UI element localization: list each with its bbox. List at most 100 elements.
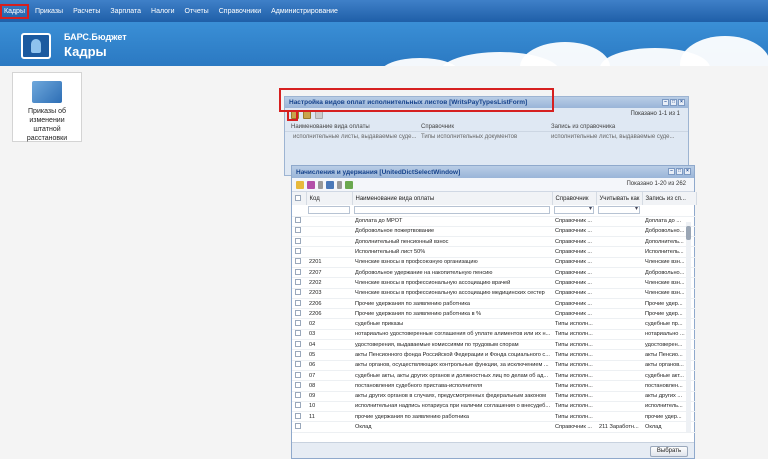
select-button[interactable]: Выбрать	[650, 446, 688, 457]
cell	[596, 349, 642, 361]
cell: Справочник ...	[552, 267, 596, 279]
table-row[interactable]: 09 акты других органов в случаях, предусм…	[292, 391, 696, 402]
table-row[interactable]: Исполнительный лист 50% Справочник ... Исп…	[292, 246, 696, 258]
table-row[interactable]: Дополнительный пенсионный взнос Справочни…	[292, 236, 696, 248]
menu-item[interactable]: Зарплата	[110, 8, 141, 15]
column-header[interactable]: Запись из сп...	[642, 192, 697, 205]
refresh-icon[interactable]	[345, 180, 353, 189]
row-checkbox[interactable]	[292, 380, 306, 392]
table-row[interactable]: 2203 Членские взносы в профессиональную а…	[292, 288, 696, 299]
table-row[interactable]: 2202 Членские взносы в профессиональную а…	[292, 277, 696, 289]
maximize-icon[interactable]: □	[670, 99, 677, 106]
row-checkbox[interactable]	[292, 277, 306, 289]
row-checkbox[interactable]	[292, 411, 306, 423]
minimize-icon[interactable]: –	[662, 99, 669, 106]
table-row[interactable]: 2206 Прочие удержания по заявлению работн…	[292, 298, 696, 310]
menu-item[interactable]: Налоги	[151, 8, 174, 15]
menu-item[interactable]: Приказы	[35, 8, 63, 15]
table-row[interactable]: 05 акты Пенсионного фонда Российской Феде…	[292, 349, 696, 361]
cell	[596, 318, 642, 330]
table-row[interactable]: 2201 Членские взносы в профсоюзную органи…	[292, 257, 696, 268]
column-header[interactable]: Справочник	[421, 124, 551, 130]
minimize-icon[interactable]: –	[668, 168, 675, 175]
table-row[interactable]: исполнительные листы, выдаваемые суде...…	[285, 132, 688, 142]
cell	[596, 226, 642, 238]
row-checkbox[interactable]	[292, 236, 306, 248]
row-checkbox[interactable]	[292, 391, 306, 402]
app-logo-icon	[21, 33, 51, 59]
row-checkbox[interactable]	[292, 370, 306, 382]
menu-item[interactable]: Отчеты	[185, 8, 209, 15]
table-row[interactable]: 03 нотариально удостоверенные соглашения …	[292, 329, 696, 341]
print-icon[interactable]	[326, 180, 334, 189]
row-checkbox[interactable]	[292, 318, 306, 330]
table-row[interactable]: 2207 Добровольное удержание на накопитель…	[292, 267, 696, 279]
cell: 211 Заработн...	[596, 421, 642, 433]
cell: 07	[306, 370, 352, 382]
table-row[interactable]: 10 исполнительная надпись нотариуса при н…	[292, 401, 696, 413]
row-checkbox[interactable]	[292, 360, 306, 371]
cell	[596, 308, 642, 320]
table-row[interactable]: 07 судебные акты, акты других органов и д…	[292, 370, 696, 382]
row-checkbox[interactable]	[292, 246, 306, 258]
menu-item[interactable]: Кадры	[0, 3, 29, 19]
dictionary-filter-select[interactable]	[554, 205, 594, 215]
name-filter-input[interactable]	[354, 206, 550, 215]
column-header[interactable]: Запись из справочника	[551, 124, 681, 130]
cell: акты Пенсионного фонда Российской Федера…	[352, 349, 552, 361]
column-header[interactable]: Справочник	[552, 192, 597, 205]
table-row[interactable]: Добровольное пожертвование Справочник ...…	[292, 226, 696, 238]
cell: акты органов, осуществляющих контрольные…	[352, 360, 552, 371]
menu-item[interactable]: Справочники	[219, 8, 261, 15]
row-checkbox[interactable]	[292, 257, 306, 268]
row-checkbox[interactable]	[292, 216, 306, 227]
cell	[596, 246, 642, 258]
filter-icon[interactable]	[307, 180, 315, 189]
menu-item[interactable]: Расчеты	[73, 8, 100, 15]
row-checkbox[interactable]	[292, 308, 306, 320]
check-icon[interactable]	[296, 180, 304, 189]
maximize-icon[interactable]: □	[676, 168, 683, 175]
row-checkbox[interactable]	[292, 349, 306, 361]
cell: 2202	[306, 277, 352, 289]
row-checkbox[interactable]	[292, 298, 306, 310]
column-header[interactable]: Код	[306, 192, 353, 205]
table-row[interactable]: 11 прочие удержания по заявлению работник…	[292, 411, 696, 423]
orders-staffing-tile[interactable]: Приказы об изменении штатной расстановки	[12, 72, 82, 142]
table-row[interactable]: 08 постановления судебного пристава-испол…	[292, 380, 696, 392]
scrollbar[interactable]	[686, 222, 691, 432]
cell	[306, 216, 352, 227]
column-header[interactable]: Наименование вида оплаты	[291, 124, 421, 130]
close-icon[interactable]: ×	[678, 99, 685, 106]
menu-item[interactable]: Администрирование	[271, 8, 338, 15]
table-row[interactable]: 06 акты органов, осуществляющих контрольн…	[292, 360, 696, 371]
row-checkbox[interactable]	[292, 401, 306, 413]
select-all-checkbox[interactable]	[292, 192, 307, 205]
row-checkbox[interactable]	[292, 288, 306, 299]
highlight-frame	[279, 88, 554, 112]
dropdown-icon[interactable]	[337, 180, 342, 189]
delete-icon[interactable]	[315, 111, 323, 119]
row-checkbox[interactable]	[292, 421, 306, 433]
cell: 10	[306, 401, 352, 413]
code-filter-input[interactable]	[308, 206, 350, 215]
table-row[interactable]: Оклад Справочник ... 211 Заработн... Оклад	[292, 421, 696, 433]
close-icon[interactable]: ×	[684, 168, 691, 175]
table-row[interactable]: 02 судебные приказы Типы исполн... судебные…	[292, 318, 696, 330]
table-row[interactable]: 04 удостоверения, выдаваемые комиссиями п…	[292, 339, 696, 351]
row-checkbox[interactable]	[292, 267, 306, 279]
window-toolbar: Показано 1-20 из 262	[292, 178, 694, 192]
paging-info: Показано 1-20 из 262	[626, 181, 686, 187]
edit-icon[interactable]	[303, 111, 311, 119]
dropdown-icon[interactable]	[318, 180, 323, 189]
table-row[interactable]: Доплата до МРОТ Справочник ... Доплата до …	[292, 216, 696, 227]
row-checkbox[interactable]	[292, 339, 306, 351]
cell: 2201	[306, 257, 352, 268]
account-as-filter-select[interactable]	[598, 205, 640, 215]
table-row[interactable]: 2206 Прочие удержания по заявлению работн…	[292, 308, 696, 320]
column-header[interactable]: Учитывать как	[596, 192, 643, 205]
row-checkbox[interactable]	[292, 329, 306, 341]
cell: 2206	[306, 298, 352, 310]
column-header[interactable]: Наименование вида оплаты	[352, 192, 553, 205]
row-checkbox[interactable]	[292, 226, 306, 238]
